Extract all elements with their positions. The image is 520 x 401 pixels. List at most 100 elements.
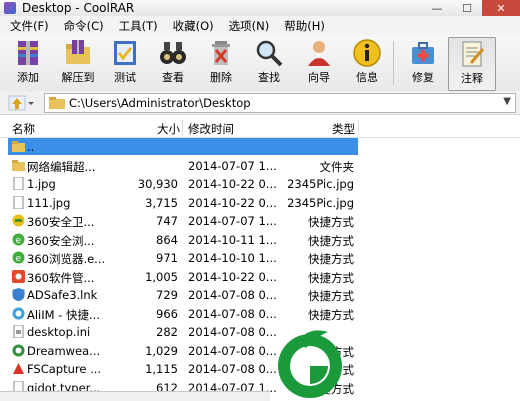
file-size: 282 (156, 325, 178, 339)
extract-folder-icon (61, 37, 95, 69)
menu-help[interactable]: 帮助(H) (274, 18, 330, 34)
list-item[interactable]: e 360浏览器.e... 971 2014-10-10 1... 快捷方式 (0, 249, 520, 268)
up-button[interactable] (8, 94, 38, 111)
repair-kit-icon (406, 37, 440, 69)
file-type: 快捷方式 (308, 233, 354, 248)
dreamweaver-icon (12, 344, 25, 357)
add-button[interactable]: 添加 (5, 37, 51, 89)
maximize-button[interactable]: ☐ (452, 0, 482, 16)
comment-note-icon (455, 38, 489, 70)
file-modified: 2014-07-08 0... (188, 362, 277, 376)
binoculars-icon (156, 37, 190, 69)
column-size[interactable]: 大小 (157, 121, 180, 137)
list-item[interactable]: ADSafe3.lnk 729 2014-07-08 0... 快捷方式 (0, 286, 520, 305)
info-icon (350, 37, 384, 69)
file-name: 网络编辑超... (27, 159, 96, 174)
info-button[interactable]: 信息 (344, 37, 390, 89)
view-label: 查看 (162, 71, 184, 84)
list-item[interactable]: 360软件管... 1,005 2014-10-22 0... 快捷方式 (0, 268, 520, 287)
file-name: desktop.ini (27, 325, 91, 339)
close-button[interactable]: ✕ (482, 0, 520, 16)
extract-button[interactable]: 解压到 (55, 37, 101, 89)
list-item[interactable]: Dreamwea...1,0292014-07-08 0...快捷方式 (0, 342, 520, 361)
file-modified: 2014-07-07 1... (188, 158, 277, 173)
list-header: 名称 大小 修改时间 类型 (0, 118, 520, 138)
address-bar: C:\Users\Administrator\Desktop ▼ (0, 91, 520, 115)
file-size: 966 (156, 306, 178, 321)
list-item[interactable]: 网络编辑超... 2014-07-07 1... 文件夹 (0, 157, 520, 176)
ini-file-icon (12, 324, 25, 339)
title-bar: Desktop - CoolRAR — ☐ ✕ (0, 0, 520, 17)
file-name: ADSafe3.lnk (27, 288, 98, 302)
file-name: 1.jpg (27, 177, 56, 191)
chevron-down-icon[interactable]: ▼ (503, 96, 511, 107)
info-label: 信息 (356, 71, 378, 84)
file-size: 747 (156, 214, 178, 228)
file-type: 2345Pic.jpg (287, 177, 354, 191)
comment-button[interactable]: 注释 (448, 37, 496, 91)
file-type: 2345Pic.jpg (287, 195, 354, 210)
file-type: 快捷方式 (308, 215, 354, 229)
list-item[interactable]: FSCapture ...1,1152014-07-08 0...快捷方式 (0, 360, 520, 379)
path-field[interactable]: C:\Users\Administrator\Desktop ▼ (44, 93, 516, 113)
view-button[interactable]: 查看 (150, 37, 196, 89)
repair-button[interactable]: 修复 (400, 37, 446, 89)
delete-bin-icon (204, 37, 238, 69)
file-name: 111.jpg (27, 195, 71, 210)
list-item[interactable]: AliIM - 快捷... 966 2014-07-08 0... 快捷方式 (0, 305, 520, 324)
find-label: 查找 (258, 71, 280, 84)
file-name: 360浏览器.e... (27, 252, 106, 266)
column-type[interactable]: 类型 (332, 121, 355, 137)
list-item[interactable]: 1.jpg 30,930 2014-10-22 0... 2345Pic.jpg (0, 175, 520, 194)
menu-command[interactable]: 命令(C) (54, 18, 109, 34)
file-modified: 2014-07-08 0... (188, 343, 277, 358)
toolbar: 添加 解压到 测试 查看 删除 查找 向导 信息 修复 注释 (0, 35, 520, 92)
list-item[interactable]: 360安全卫... 747 2014-07-07 1... 快捷方式 (0, 212, 520, 231)
list-item[interactable]: 111.jpg 3,715 2014-10-22 0... 2345Pic.jpg (0, 194, 520, 213)
watermark-logo (278, 330, 342, 398)
browser-e-icon: e (12, 233, 25, 246)
column-divider[interactable] (358, 120, 359, 135)
wizard-label: 向导 (308, 71, 330, 84)
file-name: AliIM - 快捷... (27, 307, 100, 322)
column-divider[interactable] (182, 120, 183, 135)
delete-label: 删除 (210, 71, 232, 84)
app-manager-icon (12, 269, 25, 283)
folder-icon (12, 159, 25, 172)
extract-label: 解压到 (61, 71, 95, 84)
app-icon (4, 2, 16, 14)
shield-360-icon (12, 214, 25, 227)
file-size: 3,715 (145, 195, 178, 210)
test-check-icon (108, 37, 142, 69)
find-button[interactable]: 查找 (246, 37, 292, 89)
toolbar-separator (393, 41, 394, 85)
menu-favorites[interactable]: 收藏(O) (163, 18, 219, 34)
test-button[interactable]: 测试 (102, 37, 148, 89)
window-title: Desktop - CoolRAR (22, 1, 135, 15)
column-name[interactable]: 名称 (12, 121, 35, 137)
list-item[interactable]: desktop.ini 282 2014-07-08 0... (0, 323, 520, 342)
menu-options[interactable]: 选项(N) (219, 18, 275, 34)
folder-icon (49, 97, 65, 109)
archive-add-icon (11, 37, 45, 69)
adsafe-icon (12, 288, 25, 301)
minimize-button[interactable]: — (422, 0, 452, 16)
selection-highlight (8, 138, 358, 155)
file-type: 文件夹 (319, 159, 355, 174)
file-list: 名称 大小 修改时间 类型 .. 网络编辑超... 2014-07-07 1... 文… (0, 118, 520, 400)
aliim-icon (12, 307, 25, 320)
list-item[interactable]: .. (0, 138, 520, 157)
menu-tools[interactable]: 工具(T) (109, 18, 163, 34)
repair-label: 修复 (412, 71, 434, 84)
wizard-button[interactable]: 向导 (296, 37, 342, 89)
file-modified: 2014-10-22 0... (188, 177, 277, 191)
list-item[interactable]: e 360安全浏... 864 2014-10-11 1... 快捷方式 (0, 231, 520, 250)
file-modified: 2014-10-22 0... (188, 195, 277, 210)
file-name: .. (27, 140, 35, 154)
file-name: 360安全浏... (27, 233, 95, 248)
menu-bar: 文件(F) 命令(C) 工具(T) 收藏(O) 选项(N) 帮助(H) (0, 16, 520, 35)
delete-button[interactable]: 删除 (198, 37, 244, 89)
file-size: 971 (156, 251, 178, 265)
column-modified[interactable]: 修改时间 (188, 121, 234, 137)
menu-file[interactable]: 文件(F) (0, 18, 54, 34)
